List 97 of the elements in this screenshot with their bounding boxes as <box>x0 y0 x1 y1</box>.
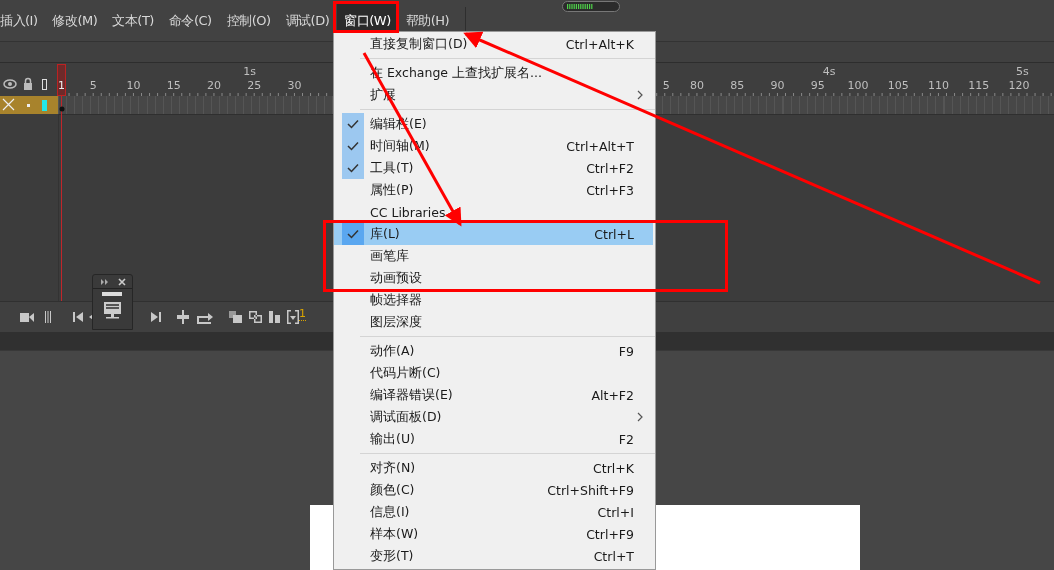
menu-item-label: 输出(U) <box>370 430 416 448</box>
shortcut-label: F2 <box>618 431 634 447</box>
camera-icon[interactable] <box>20 313 34 322</box>
frame-number: 85 <box>730 79 745 92</box>
outline-icon[interactable] <box>42 79 47 90</box>
keyframe-icon <box>59 106 65 112</box>
menu-item-label: 变形(T) <box>370 547 415 565</box>
menu-item-label: 代码片断(C) <box>370 364 442 382</box>
frame-number: 100 <box>847 79 869 92</box>
frame-number: 110 <box>927 79 949 92</box>
monitor-icon[interactable] <box>104 302 121 319</box>
shortcut-label: Ctrl+T <box>593 548 634 564</box>
menu-item[interactable]: 信息(I) Ctrl+I <box>334 501 653 523</box>
menu-item-label: 画笔库 <box>370 247 410 265</box>
menu-item[interactable]: 对齐(N) Ctrl+K <box>334 457 653 479</box>
menu-item-label: 帧选择器 <box>370 291 423 309</box>
annotation-box <box>333 1 399 33</box>
menu-item[interactable]: 动作(A) F9 <box>334 340 653 362</box>
frame-number: 15 <box>166 79 181 92</box>
shortcut-label: Ctrl+K <box>593 460 634 476</box>
menu-item[interactable]: 调试面板(D) <box>334 406 653 428</box>
menu-item[interactable]: 代码片断(C) <box>334 362 653 384</box>
skip-end-icon[interactable] <box>151 312 161 322</box>
lock-icon[interactable] <box>24 77 32 90</box>
frame-number: 25 <box>247 79 262 92</box>
menu-item[interactable]: 帧选择器 <box>334 289 653 311</box>
second-marker: 1s <box>243 65 256 78</box>
frame-number: 95 <box>810 79 825 92</box>
shortcut-label: Ctrl+F2 <box>586 160 634 176</box>
shortcut-label: F9 <box>618 343 634 359</box>
second-marker: 4s <box>822 65 836 78</box>
menu-item-label: 编译器错误(E) <box>370 386 454 404</box>
frame-number: 80 <box>689 79 704 92</box>
frame-number: 105 <box>887 79 909 92</box>
eye-icon[interactable] <box>3 79 17 89</box>
menu-item[interactable]: 画笔库 <box>334 245 653 267</box>
menu-item[interactable]: 编译器错误(E) Alt+F2 <box>334 384 653 406</box>
menu-item[interactable]: CC Libraries <box>334 201 653 223</box>
menu-item-label: 属性(P) <box>370 181 415 199</box>
menu-item-label: 图层深度 <box>370 313 423 331</box>
overlap-squares-icon[interactable] <box>249 311 262 323</box>
menu-item-label: 直接复制窗口(D) <box>370 35 469 53</box>
current-frame[interactable]: 1 <box>299 307 306 321</box>
shortcut-label: Ctrl+I <box>597 504 634 520</box>
menu-item[interactable]: 颜色(C) Ctrl+Shift+F9 <box>334 479 653 501</box>
menu-item[interactable]: 工具(T) Ctrl+F2 <box>334 157 653 179</box>
onion-skin-icon[interactable] <box>229 311 242 323</box>
menu-item[interactable]: 输出(U) F2 <box>334 428 653 450</box>
shortcut-label: Ctrl+L <box>594 226 634 242</box>
menu-item[interactable]: 属性(P) Ctrl+F3 <box>334 179 653 201</box>
bracket-icon[interactable] <box>287 310 299 324</box>
menu-item-label: 信息(I) <box>370 503 411 521</box>
frame-number: 120 <box>1008 79 1030 92</box>
grip-icon[interactable] <box>102 292 122 296</box>
bars-icon[interactable] <box>45 311 51 323</box>
layer-color-icon[interactable] <box>42 100 47 111</box>
frame-number: 90 <box>770 79 785 92</box>
menu-item-label: 工具(T) <box>370 159 415 177</box>
menu-item-label: 对齐(N) <box>370 459 417 477</box>
menu-item[interactable]: 插入(I) <box>0 3 45 38</box>
menu-item[interactable]: 图层深度 <box>334 311 653 333</box>
menu-item[interactable]: 样本(W) Ctrl+F9 <box>334 523 653 545</box>
layers-icon[interactable] <box>269 311 280 323</box>
menu-item-label: 库(L) <box>370 225 401 243</box>
shortcut-label: Ctrl+F9 <box>586 526 634 542</box>
menu-item-label: CC Libraries <box>370 204 447 220</box>
loop-icon[interactable] <box>197 313 213 324</box>
menu-item-label: 调试面板(D) <box>370 408 443 426</box>
second-marker: 5s <box>1016 65 1029 78</box>
shortcut-label: Ctrl+Alt+T <box>566 138 634 154</box>
menu-item-label: 动作(A) <box>370 342 416 360</box>
menu-item[interactable]: 调试(D) <box>278 3 337 38</box>
menu-item[interactable]: 命令(C) <box>161 3 220 38</box>
frame-number: 30 <box>287 79 302 92</box>
shortcut-label: Alt+F2 <box>591 387 634 403</box>
layer-row[interactable] <box>0 96 58 114</box>
shortcut-label: Ctrl+Alt+K <box>565 36 634 52</box>
frame-number: 20 <box>206 79 221 92</box>
menu-item-label: 动画预设 <box>370 269 423 287</box>
shortcut-label: Ctrl+Shift+F9 <box>547 482 634 498</box>
menu-item[interactable]: 修改(M) <box>45 3 105 38</box>
menu-item[interactable]: 文本(T) <box>104 3 162 38</box>
menu-item[interactable]: 控制(O) <box>219 3 279 38</box>
frame-number: 5 <box>662 79 670 92</box>
frame-number: 10 <box>126 79 141 92</box>
expand-icon[interactable] <box>101 279 108 285</box>
close-icon[interactable] <box>118 278 126 286</box>
menu-item[interactable]: 动画预设 <box>334 267 653 289</box>
frame-number: 5 <box>89 79 97 92</box>
menu-item-label: 颜色(C) <box>370 481 416 499</box>
shortcut-label: Ctrl+F3 <box>586 182 634 198</box>
skip-start-icon[interactable] <box>73 312 83 322</box>
menu-item-label: 样本(W) <box>370 525 420 543</box>
menu-item[interactable]: 库(L) Ctrl+L <box>334 223 653 245</box>
menu-item[interactable]: 变形(T) Ctrl+T <box>334 545 653 567</box>
center-frame-icon[interactable] <box>177 310 189 324</box>
frame-number: 115 <box>968 79 990 92</box>
